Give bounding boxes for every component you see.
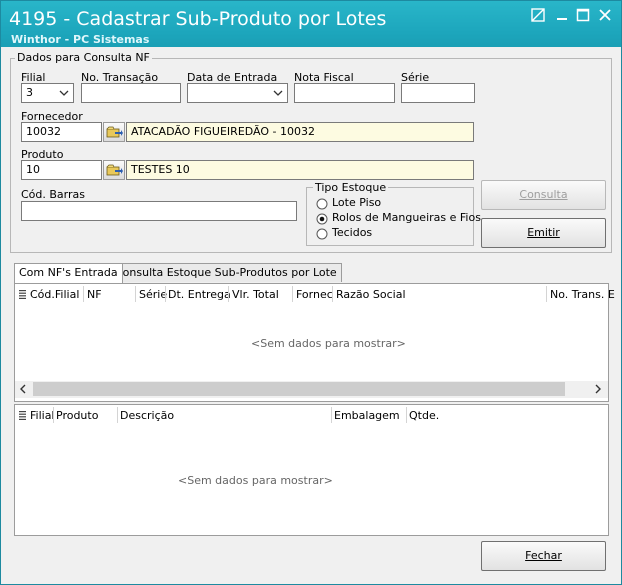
transacao-input[interactable] — [81, 83, 181, 103]
col-cod-filial[interactable]: Cód.Filial — [30, 288, 79, 301]
scrollbar-thumb[interactable] — [33, 382, 565, 396]
cod-barras-label: Cód. Barras — [21, 188, 85, 201]
cod-barras-input[interactable] — [21, 201, 297, 221]
radio-lote-piso[interactable] — [316, 198, 328, 210]
col-serie[interactable]: Série — [139, 288, 167, 301]
fornecedor-lookup-button[interactable] — [103, 122, 125, 142]
col-qtde[interactable]: Qtde. — [409, 409, 439, 422]
tab-nf-entrada[interactable]: Com NF's Entrada — [14, 263, 123, 283]
tab-nf-entrada-label: Com NF's Entrada — [19, 266, 118, 279]
fornecedor-name-field: ATACADÃO FIGUEIREDÃO - 10032 — [126, 122, 474, 142]
emitir-button-label: Emitir — [527, 226, 560, 239]
col-divider — [332, 286, 333, 302]
empty-message: <Sem dados para mostrar> — [251, 337, 406, 350]
close-icon[interactable] — [597, 8, 613, 24]
produto-name-field: TESTES 10 — [126, 160, 474, 180]
tab-consulta-estoque-label: Consulta Estoque Sub-Produtos por Lote — [115, 266, 337, 279]
main-window: 4195 - Cadastrar Sub-Produto por Lotes W… — [0, 0, 622, 585]
emitir-button[interactable]: Emitir — [481, 218, 606, 248]
serie-input[interactable] — [401, 83, 475, 103]
tipo-estoque-group: Tipo Estoque Lote Piso Rolos de Mangueir… — [306, 181, 481, 246]
empty-message: <Sem dados para mostrar> — [178, 474, 333, 487]
col-embalagem[interactable]: Embalagem — [334, 409, 400, 422]
col-divider — [292, 286, 293, 302]
fechar-button-label: Fechar — [525, 549, 562, 562]
produtos-grid[interactable]: Filial Produto Descrição Embalagem Qtde.… — [14, 404, 609, 536]
window-title: 4195 - Cadastrar Sub-Produto por Lotes — [9, 8, 387, 30]
col-divider — [117, 407, 118, 423]
col-divider — [135, 286, 136, 302]
col-divider — [406, 407, 407, 423]
col-nf[interactable]: NF — [87, 288, 102, 301]
consulta-button[interactable]: Consulta — [481, 180, 606, 210]
horizontal-scrollbar[interactable] — [15, 381, 608, 398]
tab-consulta-estoque[interactable]: Consulta Estoque Sub-Produtos por Lote — [110, 263, 342, 282]
nf-grid[interactable]: Cód.Filial NF Série Dt. Entrega Vlr. Tot… — [14, 283, 615, 402]
col-divider — [83, 286, 84, 302]
filial-value: 3 — [26, 86, 33, 99]
col-filial[interactable]: Filial — [30, 409, 55, 422]
radio-label-lote-piso: Lote Piso — [332, 196, 382, 209]
col-vlr-total[interactable]: Vlr. Total — [232, 288, 279, 301]
fechar-button[interactable]: Fechar — [481, 541, 606, 571]
minimize-icon[interactable] — [554, 8, 570, 24]
col-divider — [331, 407, 332, 423]
column-chooser-icon[interactable] — [19, 290, 26, 299]
tipo-estoque-legend: Tipo Estoque — [313, 181, 389, 194]
nota-fiscal-input[interactable] — [294, 83, 395, 103]
group-legend: Dados para Consulta NF — [15, 51, 152, 64]
radio-rolos[interactable] — [316, 213, 328, 225]
chevron-right-icon[interactable] — [593, 384, 603, 394]
radio-tecidos[interactable] — [316, 228, 328, 240]
chevron-left-icon[interactable] — [18, 384, 28, 394]
chevron-down-icon — [59, 90, 69, 96]
fornecedor-code-input[interactable]: 10032 — [21, 122, 102, 142]
col-fornec[interactable]: Fornec — [296, 288, 333, 301]
maximize-icon[interactable] — [575, 8, 591, 24]
filial-select[interactable]: 3 — [21, 83, 74, 103]
produto-lookup-button[interactable] — [103, 160, 125, 180]
data-entrada-picker[interactable] — [187, 83, 288, 103]
radio-label-tecidos: Tecidos — [332, 226, 373, 239]
col-divider — [546, 286, 547, 302]
lookup-icon — [106, 126, 123, 138]
radio-label-rolos: Rolos de Mangueiras e Fios — [332, 211, 481, 224]
col-divider — [165, 286, 166, 302]
title-bar: 4195 - Cadastrar Sub-Produto por Lotes W… — [1, 1, 621, 47]
col-divider — [228, 286, 229, 302]
column-chooser-icon[interactable] — [19, 411, 26, 420]
col-no-trans[interactable]: No. Trans. E — [550, 288, 615, 301]
window-subtitle: Winthor - PC Sistemas — [11, 33, 150, 46]
chevron-down-icon — [273, 90, 283, 96]
col-dt-entrega[interactable]: Dt. Entrega — [168, 288, 231, 301]
col-descricao[interactable]: Descrição — [120, 409, 174, 422]
restore-icon[interactable] — [530, 8, 546, 24]
col-produto[interactable]: Produto — [56, 409, 98, 422]
produto-code-input[interactable]: 10 — [21, 160, 102, 180]
consulta-button-label: Consulta — [519, 188, 568, 201]
col-razao-social[interactable]: Razão Social — [336, 288, 406, 301]
lookup-icon — [106, 164, 123, 176]
col-divider — [53, 407, 54, 423]
